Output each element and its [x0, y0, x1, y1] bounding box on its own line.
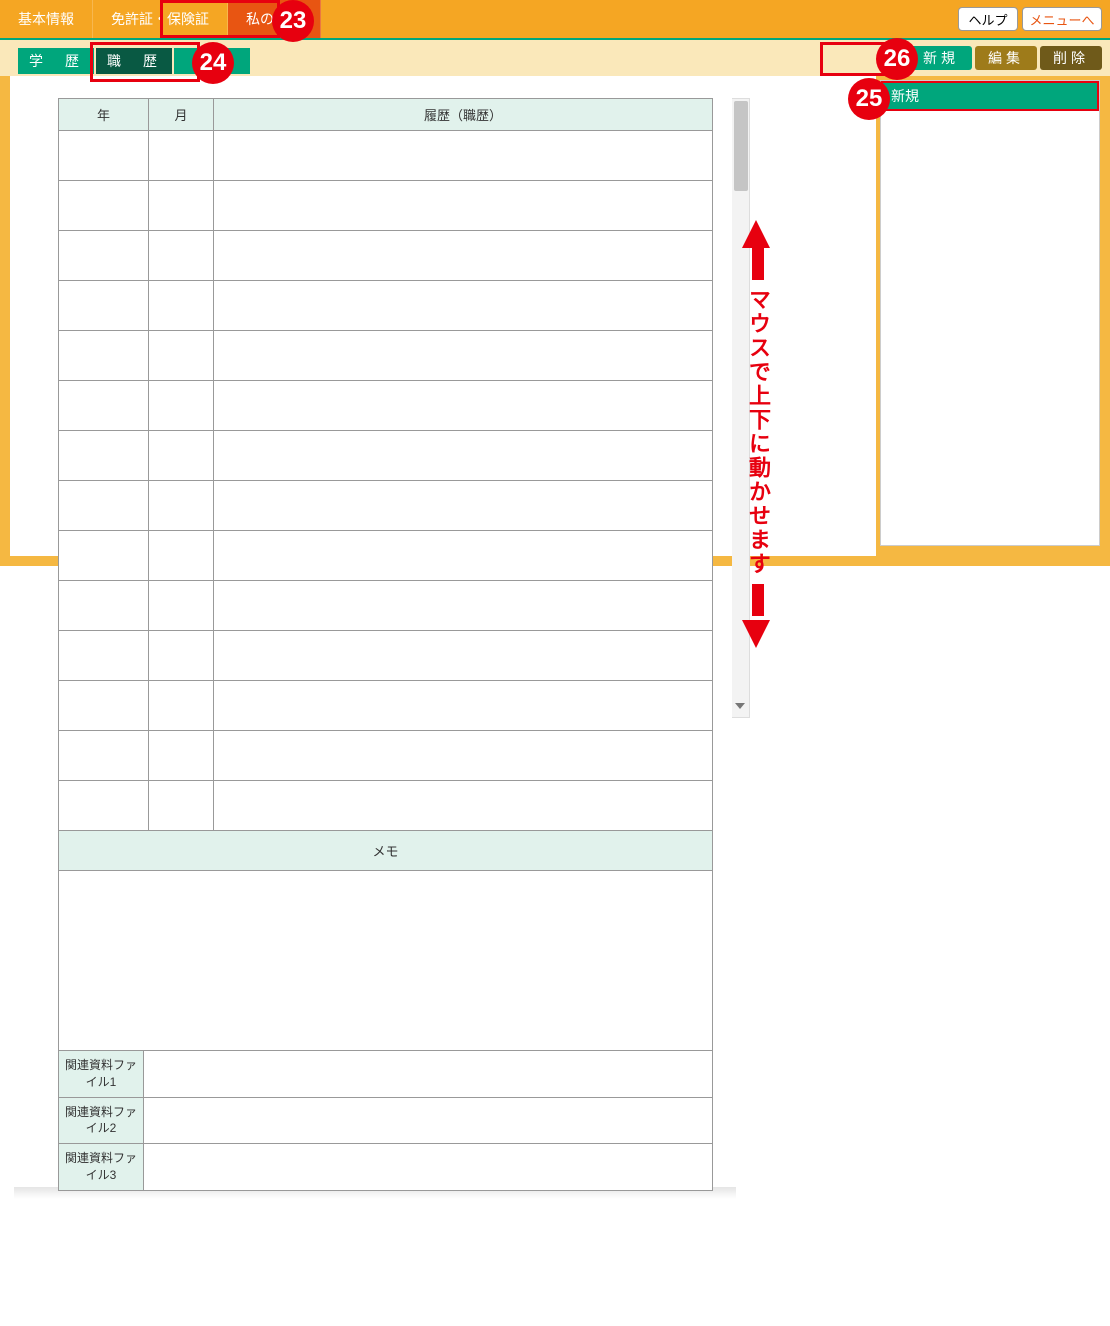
file-cell-2[interactable]	[144, 1097, 713, 1144]
badge-26: 26	[876, 38, 918, 80]
table-row[interactable]	[59, 781, 713, 831]
badge-23: 23	[272, 0, 314, 42]
table-row[interactable]	[59, 681, 713, 731]
work-history-table: 年 月 履歴（職歴）	[58, 98, 713, 831]
table-row[interactable]	[59, 131, 713, 181]
menu-button[interactable]: メニューへ	[1022, 7, 1102, 31]
table-row[interactable]	[59, 531, 713, 581]
file-table: 関連資料ファイル1 関連資料ファイル2 関連資料ファイル3	[58, 1051, 713, 1191]
table-row[interactable]	[59, 731, 713, 781]
table-row[interactable]	[59, 431, 713, 481]
delete-button[interactable]: 削除	[1040, 46, 1102, 70]
side-panel-header[interactable]: 新規	[881, 81, 1099, 111]
help-button[interactable]: ヘルプ	[958, 7, 1018, 31]
table-row[interactable]	[59, 381, 713, 431]
sub-tab-education[interactable]: 学 歴	[18, 48, 94, 74]
memo-section: メモ	[58, 831, 713, 1051]
badge-25: 25	[848, 78, 890, 120]
table-row[interactable]	[59, 231, 713, 281]
header-buttons: ヘルプ メニューへ	[958, 7, 1102, 31]
table-row[interactable]	[59, 181, 713, 231]
arrow-up-icon	[742, 220, 770, 248]
edit-button[interactable]: 編集	[975, 46, 1037, 70]
arrow-stem-bottom	[752, 584, 764, 616]
action-buttons: 新規 編集 削除	[910, 46, 1102, 70]
col-header-history: 履歴（職歴）	[214, 99, 713, 131]
main-tab-basic-info[interactable]: 基本情報	[0, 0, 93, 38]
scroll-thumb[interactable]	[734, 101, 748, 191]
arrow-text: マウスで上下に動かせます	[742, 288, 774, 576]
new-button[interactable]: 新規	[910, 46, 972, 70]
file-label-3: 関連資料ファイル3	[59, 1144, 144, 1191]
arrow-down-icon	[742, 620, 770, 648]
highlight-24	[90, 42, 200, 82]
memo-header: メモ	[58, 831, 713, 871]
file-label-1: 関連資料ファイル1	[59, 1051, 144, 1097]
table-row[interactable]	[59, 331, 713, 381]
table-row[interactable]	[59, 281, 713, 331]
arrow-annotation: マウスで上下に動かせます	[742, 220, 774, 648]
file-label-2: 関連資料ファイル2	[59, 1097, 144, 1144]
form-table-wrap: 年 月 履歴（職歴）	[10, 78, 732, 1191]
side-panel-body	[881, 111, 1099, 521]
col-header-month: 月	[149, 99, 214, 131]
side-panel: 新規	[880, 80, 1100, 546]
memo-body[interactable]	[58, 871, 713, 1051]
table-row[interactable]	[59, 481, 713, 531]
file-cell-3[interactable]	[144, 1144, 713, 1191]
scroll-down-icon[interactable]	[735, 703, 747, 715]
badge-24: 24	[192, 42, 234, 84]
table-row[interactable]	[59, 631, 713, 681]
file-cell-1[interactable]	[144, 1051, 713, 1097]
table-row[interactable]	[59, 581, 713, 631]
arrow-stem-top	[752, 248, 764, 280]
highlight-23	[160, 0, 280, 38]
col-header-year: 年	[59, 99, 149, 131]
